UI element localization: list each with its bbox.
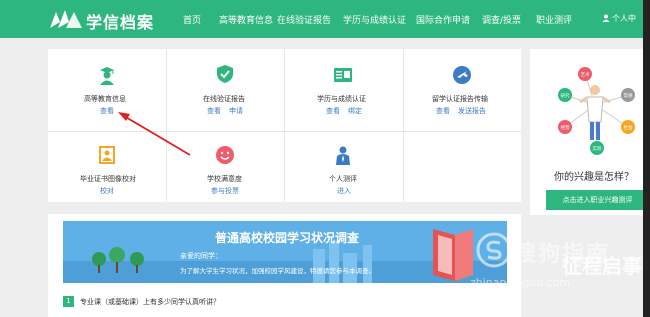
link-vote[interactable]: 参与投票	[211, 186, 239, 196]
cell-title-diploma-check: 毕业证书图像校对	[80, 175, 136, 183]
certificate-icon[interactable]	[333, 65, 353, 85]
interest-question: 你的兴趣是怎样？	[554, 172, 634, 183]
divider	[166, 49, 167, 202]
nav-international-cooperation[interactable]: 国际合作申请	[416, 13, 470, 26]
survey-title: 普通高校校园学习状况调查	[215, 231, 360, 245]
bubble-conventional: 常规	[624, 92, 633, 99]
link-bind-certification[interactable]: 绑定	[348, 106, 362, 116]
bubble-enterprising: 经营	[561, 124, 570, 131]
divider	[403, 49, 404, 202]
nav-personal-center[interactable]: 个人中	[612, 13, 636, 24]
cell-title-online-verification: 在线验证报告	[203, 95, 245, 103]
nav-career-assessment[interactable]: 职业测评	[536, 13, 572, 26]
link-view-overseas-report[interactable]: 查看	[436, 106, 450, 116]
nav-degree-certification[interactable]: 学历与成绩认证	[343, 13, 406, 26]
nav-higher-education-info[interactable]: 高等教育信息	[219, 13, 273, 26]
survey-greeting: 亲爱的同学：	[180, 252, 222, 260]
bubble-realistic: 实际	[593, 145, 602, 152]
bubble-social: 社会	[624, 124, 633, 131]
sogou-watermark-icon	[476, 232, 512, 268]
divider	[284, 49, 285, 202]
watermark-side-text: 征程启事	[562, 254, 642, 278]
question-number-badge: 1	[63, 296, 74, 307]
survey-description: 为了解大学生学习状况，加强校园学风建设，特邀请您参与本调查。	[180, 267, 375, 275]
link-view-verification[interactable]: 查看	[207, 106, 221, 116]
survey-question-text: 专业课（或基础课）上有多少同学认真听讲？	[80, 298, 220, 306]
cell-title-degree-certification: 学历与成绩认证	[317, 95, 366, 103]
graduate-icon[interactable]	[97, 65, 117, 85]
nav-survey-vote[interactable]: 调查/投票	[482, 13, 521, 26]
nav-home[interactable]: 首页	[183, 13, 201, 26]
career-test-button[interactable]: 点击进入职业兴趣测评	[546, 190, 649, 210]
shield-check-icon[interactable]	[215, 64, 235, 84]
interest-illustration: 研究 艺术 常规 社会 经营 实际	[558, 67, 635, 155]
cell-title-personal-assessment: 个人测评	[329, 175, 357, 183]
cell-title-higher-education: 高等教育信息	[84, 95, 126, 103]
site-logo-text[interactable]: 学信档案	[86, 9, 154, 33]
window-edge	[643, 0, 650, 317]
link-send-report[interactable]: 发送报告	[458, 106, 486, 116]
cell-title-school-satisfaction: 学校满意度	[207, 175, 242, 183]
user-icon[interactable]	[602, 14, 610, 22]
divider	[48, 131, 521, 132]
nav-online-verification[interactable]: 在线验证报告	[277, 13, 331, 26]
link-check-diploma[interactable]: 校对	[100, 186, 114, 196]
watermark-url: zhinan.sogou.com	[470, 276, 571, 289]
link-view-education[interactable]: 查看	[100, 106, 114, 116]
person-icon[interactable]	[333, 145, 353, 165]
bubble-research: 研究	[561, 92, 570, 99]
smiley-icon[interactable]	[215, 145, 235, 165]
link-enter-assessment[interactable]: 进入	[337, 186, 351, 196]
link-apply-verification[interactable]: 申请	[229, 106, 243, 116]
portrait-icon[interactable]	[97, 145, 117, 165]
bubble-art: 艺术	[581, 71, 590, 78]
book-logo-icon[interactable]	[48, 8, 84, 30]
globe-plane-icon[interactable]	[452, 65, 472, 85]
link-view-certification[interactable]: 查看	[326, 106, 340, 116]
cell-title-overseas-report: 留学认证报告传输	[432, 95, 488, 103]
